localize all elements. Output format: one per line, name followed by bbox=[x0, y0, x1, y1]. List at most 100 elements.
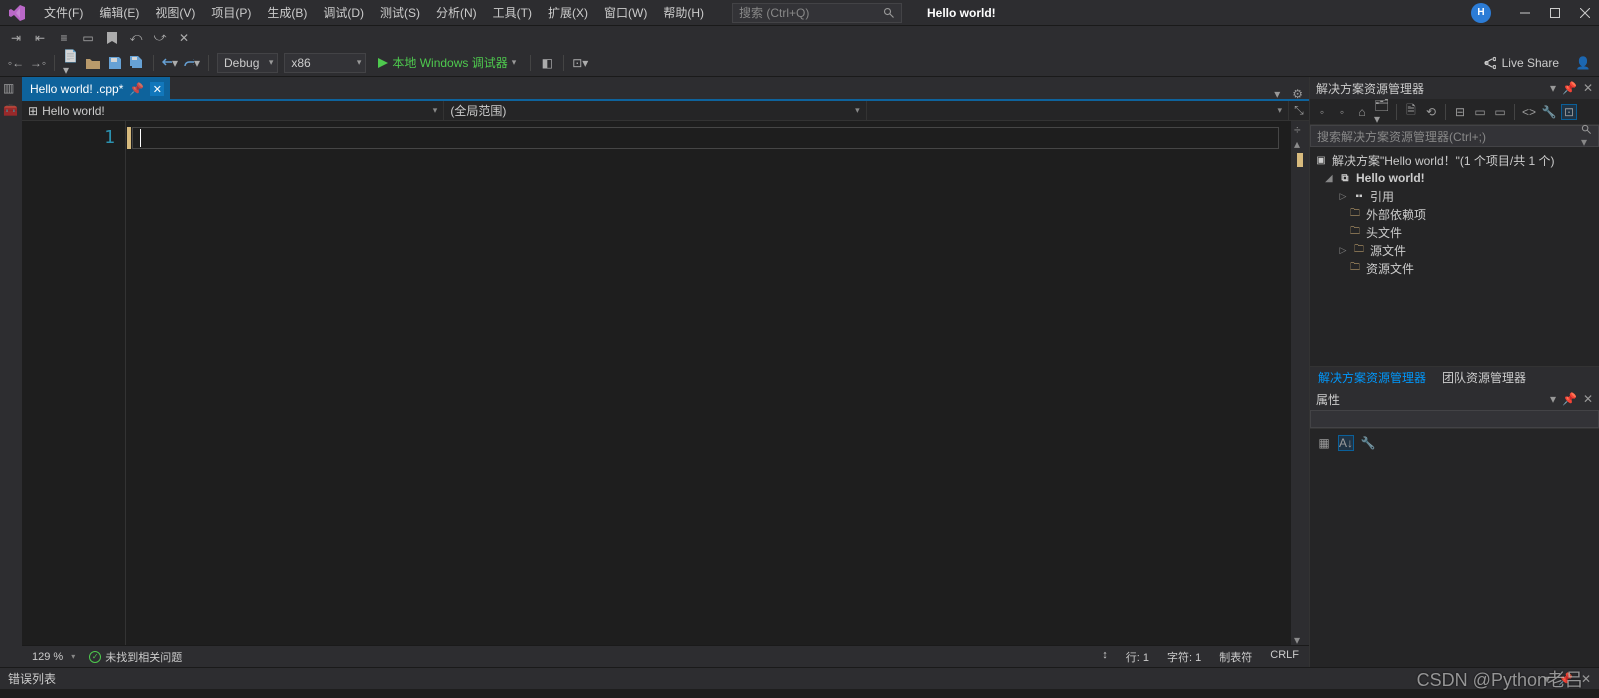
health-check-icon[interactable]: ✓ bbox=[89, 651, 101, 663]
pending-changes-icon[interactable]: 🗎 bbox=[1403, 104, 1419, 120]
comment-icon[interactable]: ▭ bbox=[80, 30, 96, 46]
expander-icon[interactable]: ▷ bbox=[1338, 191, 1348, 202]
solution-explorer-search[interactable]: 搜索解决方案资源管理器(Ctrl+;) ▾ bbox=[1310, 125, 1599, 147]
new-project-icon[interactable]: 📄▾ bbox=[63, 55, 79, 71]
expander-icon[interactable]: ▷ bbox=[1338, 245, 1348, 256]
bookmark-icon[interactable] bbox=[104, 30, 120, 46]
properties-icon[interactable]: ⊡ bbox=[1561, 104, 1577, 120]
resources-node[interactable]: 🗀 资源文件 bbox=[1310, 259, 1599, 277]
split-h-icon[interactable]: ÷ bbox=[1294, 123, 1306, 135]
collapse-all-icon[interactable]: ⊟ bbox=[1452, 104, 1468, 120]
save-icon[interactable] bbox=[107, 55, 123, 71]
menu-view[interactable]: 视图(V) bbox=[147, 0, 203, 25]
headers-node[interactable]: 🗀 头文件 bbox=[1310, 223, 1599, 241]
expander-icon[interactable]: ◢ bbox=[1324, 173, 1334, 184]
document-tab[interactable]: Hello world! .cpp* 📌 ✕ bbox=[22, 77, 170, 101]
forward-icon[interactable]: ◦ bbox=[1334, 104, 1350, 120]
toolbox-icon[interactable]: 🧰 bbox=[3, 103, 19, 119]
menu-extensions[interactable]: 扩展(X) bbox=[540, 0, 596, 25]
user-avatar[interactable]: H bbox=[1471, 3, 1491, 23]
member-scope-combo[interactable] bbox=[867, 101, 1289, 120]
open-icon[interactable] bbox=[85, 55, 101, 71]
save-all-icon[interactable] bbox=[129, 55, 145, 71]
forward-nav-icon[interactable]: →◦ bbox=[30, 55, 46, 71]
categorize-icon[interactable]: ▦ bbox=[1316, 435, 1332, 451]
scroll-up-icon[interactable]: ▴ bbox=[1294, 137, 1306, 149]
maximize-button[interactable] bbox=[1549, 7, 1561, 19]
tab-settings-icon[interactable]: ⚙ bbox=[1286, 87, 1309, 101]
menu-edit[interactable]: 编辑(E) bbox=[91, 0, 147, 25]
menu-analyze[interactable]: 分析(N) bbox=[428, 0, 485, 25]
properties-grid[interactable] bbox=[1310, 456, 1599, 667]
panel-close-icon[interactable]: ✕ bbox=[1583, 81, 1593, 95]
tool-icon-2[interactable]: ⊡▾ bbox=[572, 55, 588, 71]
switch-view-icon[interactable]: 🗂▾ bbox=[1374, 104, 1390, 120]
type-scope-combo[interactable]: (全局范围) bbox=[444, 101, 866, 120]
code-editor[interactable]: 1 ÷ ▴ ▾ bbox=[22, 121, 1309, 645]
properties-selector[interactable] bbox=[1310, 410, 1599, 428]
menu-window[interactable]: 窗口(W) bbox=[596, 0, 655, 25]
wrench-icon[interactable]: 🔧 bbox=[1541, 104, 1557, 120]
code-icon[interactable]: <> bbox=[1521, 104, 1537, 120]
clear-bookmark-icon[interactable]: ✕ bbox=[176, 30, 192, 46]
project-scope-combo[interactable]: ⊞ Hello world! bbox=[22, 101, 444, 120]
feedback-icon[interactable]: 👤 bbox=[1575, 55, 1591, 71]
indent-icon[interactable]: ⇥ bbox=[8, 30, 24, 46]
undo-icon[interactable]: ▾ bbox=[162, 55, 178, 71]
scroll-down-icon[interactable]: ▾ bbox=[1294, 633, 1306, 645]
menu-file[interactable]: 文件(F) bbox=[36, 0, 91, 25]
issues-status[interactable]: 未找到相关问题 bbox=[105, 649, 182, 665]
panel-pin-icon[interactable]: 📌 bbox=[1558, 672, 1573, 686]
menu-test[interactable]: 测试(S) bbox=[372, 0, 428, 25]
redo-icon[interactable]: ▾ bbox=[184, 55, 200, 71]
next-bookmark-icon[interactable]: ⤻ bbox=[152, 30, 168, 46]
show-all-icon[interactable]: ▭ bbox=[1472, 104, 1488, 120]
tab-team-explorer[interactable]: 团队资源管理器 bbox=[1434, 367, 1534, 388]
sources-node[interactable]: ▷ 🗀 源文件 bbox=[1310, 241, 1599, 259]
panel-close-icon[interactable]: ✕ bbox=[1583, 392, 1593, 406]
zoom-level[interactable]: 129 % bbox=[32, 651, 75, 663]
eol-indicator[interactable]: CRLF bbox=[1270, 649, 1299, 665]
platform-combo[interactable]: x86 bbox=[284, 53, 366, 73]
minimize-button[interactable] bbox=[1519, 7, 1531, 19]
pin-icon[interactable]: 📌 bbox=[129, 82, 144, 96]
preview-icon[interactable]: ▭ bbox=[1492, 104, 1508, 120]
external-deps-node[interactable]: 🗀 外部依赖项 bbox=[1310, 205, 1599, 223]
solution-tree[interactable]: ▣ 解决方案"Hello world！"(1 个项目/共 1 个) ◢ ⧉ He… bbox=[1310, 147, 1599, 366]
panel-pin-icon[interactable]: 📌 bbox=[1562, 81, 1577, 95]
panel-dropdown-icon[interactable]: ▾ bbox=[1550, 392, 1556, 406]
solution-node[interactable]: ▣ 解决方案"Hello world！"(1 个项目/共 1 个) bbox=[1310, 151, 1599, 169]
alphabetical-icon[interactable]: A↓ bbox=[1338, 435, 1354, 451]
panel-dropdown-icon[interactable]: ▾ bbox=[1550, 81, 1556, 95]
back-nav-icon[interactable]: ◦← bbox=[8, 55, 24, 71]
tab-overflow-icon[interactable]: ▾ bbox=[1268, 87, 1286, 101]
menu-tools[interactable]: 工具(T) bbox=[485, 0, 540, 25]
line-indicator[interactable]: 行: 1 bbox=[1126, 649, 1149, 665]
sync-icon[interactable]: ⟲ bbox=[1423, 104, 1439, 120]
panel-close-icon[interactable]: ✕ bbox=[1581, 672, 1591, 686]
code-text-area[interactable] bbox=[132, 121, 1291, 645]
caret-nav-icon[interactable]: ↕ bbox=[1102, 649, 1108, 665]
quick-launch-search[interactable]: 搜索 (Ctrl+Q) bbox=[732, 3, 902, 23]
menu-build[interactable]: 生成(B) bbox=[259, 0, 315, 25]
properties-wrench-icon[interactable]: 🔧 bbox=[1360, 435, 1376, 451]
menu-project[interactable]: 项目(P) bbox=[203, 0, 259, 25]
prev-bookmark-icon[interactable]: ⤺ bbox=[128, 30, 144, 46]
configuration-combo[interactable]: Debug bbox=[217, 53, 278, 73]
menu-debug[interactable]: 调试(D) bbox=[315, 0, 372, 25]
outdent-icon[interactable]: ⇤ bbox=[32, 30, 48, 46]
tool-icon-1[interactable]: ◧ bbox=[539, 55, 555, 71]
error-list-panel[interactable]: 错误列表 ▾ 📌 ✕ bbox=[0, 667, 1599, 689]
references-node[interactable]: ▷ ▪▪ 引用 bbox=[1310, 187, 1599, 205]
menu-help[interactable]: 帮助(H) bbox=[655, 0, 712, 25]
panel-dropdown-icon[interactable]: ▾ bbox=[1544, 672, 1550, 686]
start-debug-button[interactable]: 本地 Windows 调试器 ▾ bbox=[372, 54, 522, 71]
project-node[interactable]: ◢ ⧉ Hello world! bbox=[1310, 169, 1599, 187]
tabs-indicator[interactable]: 制表符 bbox=[1219, 649, 1252, 665]
format-icon[interactable]: ≡ bbox=[56, 30, 72, 46]
close-button[interactable] bbox=[1579, 7, 1591, 19]
split-icon[interactable]: ⤡ bbox=[1289, 103, 1309, 118]
char-indicator[interactable]: 字符: 1 bbox=[1167, 649, 1201, 665]
tab-solution-explorer[interactable]: 解决方案资源管理器 bbox=[1310, 367, 1434, 388]
back-icon[interactable]: ◦ bbox=[1314, 104, 1330, 120]
